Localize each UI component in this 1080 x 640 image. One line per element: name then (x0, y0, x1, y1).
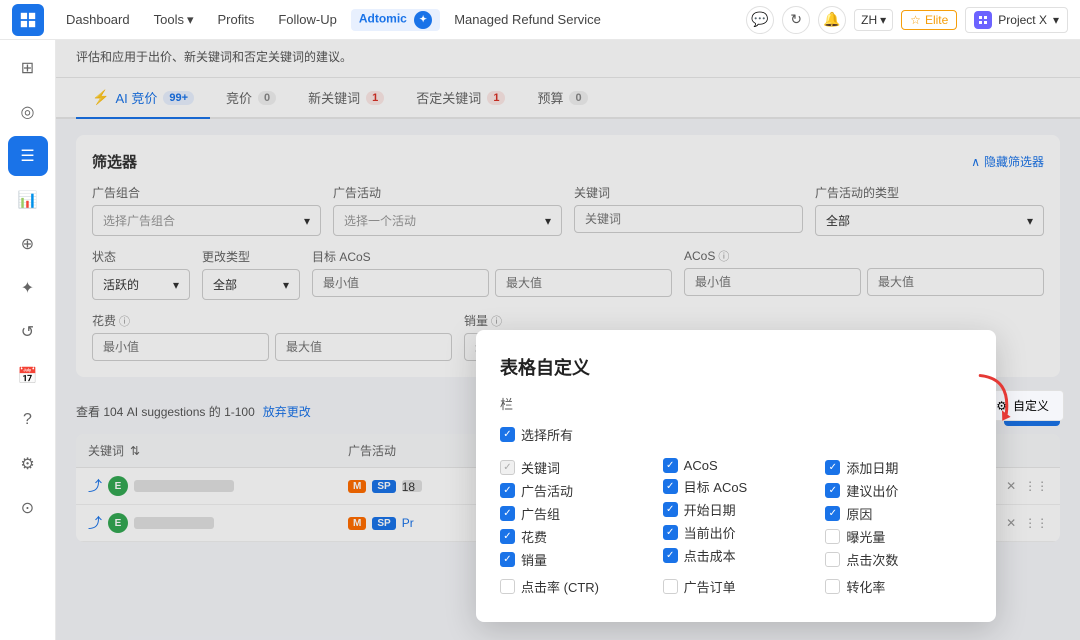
nav-dashboard[interactable]: Dashboard (56, 8, 140, 31)
sidebar-item-more[interactable]: ⊙ (8, 488, 48, 528)
sidebar-item-reports[interactable]: ☰ (8, 136, 48, 176)
col-checkbox-impressions[interactable] (825, 529, 840, 544)
sidebar-item-chart[interactable]: 📊 (8, 180, 48, 220)
main-content: 评估和应用于出价、新关键词和否定关键词的建议。 ⚡ AI 竞价 99+ 竞价 0… (56, 40, 1080, 640)
sidebar-item-analytics[interactable]: ◎ (8, 92, 48, 132)
top-navigation: Dashboard Tools ▾ Profits Follow-Up Adto… (0, 0, 1080, 40)
chevron-down-icon: ▾ (880, 13, 886, 27)
sidebar: ⊞ ◎ ☰ 📊 ⊕ ✦ ↺ 📅 ? ⚙ ⊙ (0, 40, 56, 640)
col-checkbox-adgroup[interactable] (500, 506, 515, 521)
col-checkbox-current-bid[interactable] (663, 525, 678, 540)
modal-overlay: 清除 ⚙ 自定义 表格自定义 栏 (56, 40, 1080, 640)
col-checkbox-target-acos[interactable] (663, 479, 678, 494)
select-all-checkbox[interactable] (500, 427, 515, 442)
nav-adtomic[interactable]: Adtomic ✦ (351, 9, 440, 31)
notification-icon-btn[interactable]: 🔔 (818, 6, 846, 34)
language-selector[interactable]: ZH ▾ (854, 9, 893, 31)
col-checkbox-campaign[interactable] (500, 483, 515, 498)
elite-badge: ☆ Elite (901, 10, 957, 30)
col-checkbox-clicks[interactable] (825, 552, 840, 567)
col-checkbox-cpc[interactable] (663, 548, 678, 563)
sync-icon-btn[interactable]: ↻ (782, 6, 810, 34)
chevron-down-icon: ▾ (187, 12, 194, 28)
modal-section-label: 栏 (500, 394, 972, 413)
project-selector[interactable]: Project X ▾ (965, 7, 1068, 33)
col-checkbox-conversion[interactable] (825, 579, 840, 594)
app-logo[interactable] (12, 4, 44, 36)
project-icon (974, 11, 992, 29)
col-checkbox-ad-orders[interactable] (663, 579, 678, 594)
col-checkbox-sales[interactable] (500, 552, 515, 567)
col-checkbox-ctr[interactable] (500, 579, 515, 594)
nav-followup[interactable]: Follow-Up (268, 8, 347, 31)
chevron-down-icon: ▾ (1053, 13, 1059, 27)
adtomic-icon: ✦ (414, 11, 432, 29)
sidebar-item-help[interactable]: ? (8, 400, 48, 440)
sidebar-item-settings[interactable]: ⚙ (8, 444, 48, 484)
col-checkbox-reason[interactable] (825, 506, 840, 521)
col-checkbox-spend[interactable] (500, 529, 515, 544)
sidebar-item-sparkle[interactable]: ✦ (8, 268, 48, 308)
nav-right-section: 💬 ↻ 🔔 ZH ▾ ☆ Elite Project X ▾ (746, 6, 1068, 34)
star-icon: ☆ (910, 13, 921, 27)
modal-title: 表格自定义 (500, 354, 972, 380)
sidebar-item-grid[interactable]: ⊕ (8, 224, 48, 264)
nav-profits[interactable]: Profits (208, 8, 265, 31)
col-checkbox-add-date[interactable] (825, 460, 840, 475)
sidebar-item-calendar[interactable]: 📅 (8, 356, 48, 396)
nav-menu: Dashboard Tools ▾ Profits Follow-Up Adto… (56, 8, 746, 32)
sidebar-item-dashboard[interactable]: ⊞ (8, 48, 48, 88)
col-checkbox-keyword[interactable] (500, 460, 515, 475)
col-checkbox-start-date[interactable] (663, 502, 678, 517)
col-checkbox-acos[interactable] (663, 458, 678, 473)
col-checkbox-suggested-bid[interactable] (825, 483, 840, 498)
nav-tools[interactable]: Tools ▾ (144, 8, 204, 32)
sidebar-item-refresh[interactable]: ↺ (8, 312, 48, 352)
table-customize-modal: 表格自定义 栏 选择所有 关键词 (476, 330, 996, 622)
wechat-icon-btn[interactable]: 💬 (746, 6, 774, 34)
nav-managed-refund[interactable]: Managed Refund Service (444, 8, 611, 31)
